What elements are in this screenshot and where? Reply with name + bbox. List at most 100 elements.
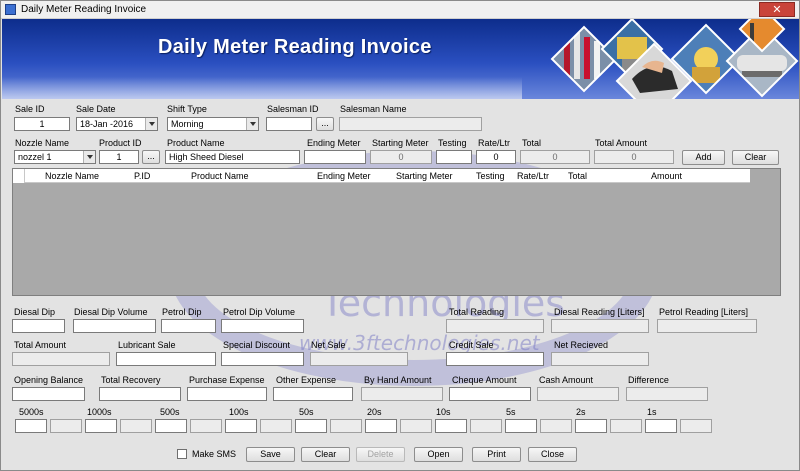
opening-balance-field[interactable] <box>12 387 85 401</box>
other-expense-label: Other Expense <box>276 375 337 385</box>
nozzle-name-value: nozzel 1 <box>18 152 52 162</box>
denom-100-label: 100s <box>229 407 249 417</box>
denom-100-amount[interactable] <box>260 419 292 433</box>
col-testing[interactable]: Testing <box>476 171 505 181</box>
special-discount-field[interactable] <box>221 352 304 366</box>
cash-amount-field[interactable] <box>537 387 619 401</box>
print-button[interactable]: Print <box>472 447 521 462</box>
purchase-expense-field[interactable] <box>187 387 267 401</box>
col-nozzle-name[interactable]: Nozzle Name <box>45 171 99 181</box>
denom-50-amount[interactable] <box>330 419 362 433</box>
make-sms-checkbox[interactable] <box>177 449 187 459</box>
rate-field[interactable]: 0 <box>476 150 516 164</box>
col-ending-meter[interactable]: Ending Meter <box>317 171 371 181</box>
diesal-dip-volume-field[interactable] <box>73 319 156 333</box>
denom-1-qty[interactable] <box>645 419 677 433</box>
denom-5000-qty[interactable] <box>15 419 47 433</box>
col-rate[interactable]: Rate/Ltr <box>517 171 549 181</box>
grid-header: Nozzle Name P.ID Product Name Ending Met… <box>13 169 750 183</box>
denom-5000-amount[interactable] <box>50 419 82 433</box>
total-recovery-field[interactable] <box>99 387 181 401</box>
purchase-expense-label: Purchase Expense <box>189 375 265 385</box>
sale-id-field[interactable]: 1 <box>14 117 70 131</box>
denom-5000-label: 5000s <box>19 407 44 417</box>
product-browse-button[interactable]: ... <box>142 150 160 164</box>
col-pid[interactable]: P.ID <box>134 171 150 181</box>
denom-5-label: 5s <box>506 407 516 417</box>
salesman-id-field[interactable] <box>266 117 312 131</box>
denom-500-qty[interactable] <box>155 419 187 433</box>
credit-sale-field[interactable] <box>446 352 544 366</box>
denom-1000-qty[interactable] <box>85 419 117 433</box>
denom-1000-amount[interactable] <box>120 419 152 433</box>
window-title: Daily Meter Reading Invoice <box>21 4 147 15</box>
chevron-down-icon <box>246 118 258 130</box>
denom-2-qty[interactable] <box>575 419 607 433</box>
total-amount-summary-field[interactable] <box>12 352 110 366</box>
diesal-reading-field[interactable] <box>551 319 649 333</box>
sale-date-picker[interactable]: 18-Jan -2016 <box>76 117 158 131</box>
close-button[interactable]: Close <box>528 447 577 462</box>
denom-10-qty[interactable] <box>435 419 467 433</box>
petrol-dip-field[interactable] <box>161 319 216 333</box>
net-recieved-field[interactable] <box>551 352 649 366</box>
title-bar: Daily Meter Reading Invoice ✕ <box>1 1 799 19</box>
add-button[interactable]: Add <box>682 150 725 165</box>
petrol-dip-label: Petrol Dip <box>162 307 202 317</box>
total-field[interactable]: 0 <box>520 150 590 164</box>
col-total[interactable]: Total <box>568 171 587 181</box>
salesman-browse-button[interactable]: ... <box>316 117 334 131</box>
nozzle-name-select[interactable]: nozzel 1 <box>14 150 96 164</box>
by-hand-amount-field[interactable] <box>361 387 443 401</box>
denom-1-label: 1s <box>647 407 657 417</box>
ending-meter-field[interactable] <box>304 150 366 164</box>
denom-5-amount[interactable] <box>540 419 572 433</box>
denom-10-amount[interactable] <box>470 419 502 433</box>
diesal-dip-field[interactable] <box>12 319 65 333</box>
denom-50-qty[interactable] <box>295 419 327 433</box>
shift-type-value: Morning <box>171 119 204 129</box>
total-reading-field[interactable] <box>446 319 544 333</box>
col-starting-meter[interactable]: Starting Meter <box>396 171 453 181</box>
calendar-dropdown-icon[interactable] <box>145 118 157 130</box>
other-expense-field[interactable] <box>273 387 353 401</box>
total-amount-field[interactable]: 0 <box>594 150 674 164</box>
diesal-reading-label: Diesal Reading [Liters] <box>554 307 645 317</box>
col-product-name[interactable]: Product Name <box>191 171 249 181</box>
net-sale-field[interactable] <box>310 352 408 366</box>
shift-type-select[interactable]: Morning <box>167 117 259 131</box>
window-close-button[interactable]: ✕ <box>759 2 795 17</box>
denom-2-amount[interactable] <box>610 419 642 433</box>
denom-20-amount[interactable] <box>400 419 432 433</box>
cheque-amount-label: Cheque Amount <box>452 375 517 385</box>
product-name-field[interactable]: High Sheed Diesel <box>165 150 300 164</box>
salesman-name-label: Salesman Name <box>340 104 407 114</box>
cheque-amount-field[interactable] <box>449 387 531 401</box>
petrol-dip-volume-label: Petrol Dip Volume <box>223 307 296 317</box>
salesman-id-label: Salesman ID <box>267 104 319 114</box>
save-button[interactable]: Save <box>246 447 295 462</box>
petrol-dip-volume-field[interactable] <box>221 319 304 333</box>
denom-100-qty[interactable] <box>225 419 257 433</box>
salesman-name-field[interactable] <box>339 117 482 131</box>
clear-button[interactable]: Clear <box>301 447 350 462</box>
clear-entry-button[interactable]: Clear <box>732 150 779 165</box>
petrol-reading-field[interactable] <box>657 319 757 333</box>
denom-20-qty[interactable] <box>365 419 397 433</box>
diesal-dip-volume-label: Diesal Dip Volume <box>74 307 148 317</box>
col-amount[interactable]: Amount <box>651 171 682 181</box>
delete-button[interactable]: Delete <box>356 447 405 462</box>
denom-500-amount[interactable] <box>190 419 222 433</box>
banner: Daily Meter Reading Invoice <box>2 19 799 99</box>
shift-type-label: Shift Type <box>167 104 207 114</box>
lubricant-sale-field[interactable] <box>116 352 216 366</box>
testing-field[interactable] <box>436 150 472 164</box>
product-id-field[interactable]: 1 <box>99 150 139 164</box>
denom-1-amount[interactable] <box>680 419 712 433</box>
open-button[interactable]: Open <box>414 447 463 462</box>
reading-grid[interactable]: Nozzle Name P.ID Product Name Ending Met… <box>12 168 781 296</box>
denom-5-qty[interactable] <box>505 419 537 433</box>
starting-meter-field[interactable]: 0 <box>370 150 432 164</box>
total-label: Total <box>522 138 542 148</box>
difference-field[interactable] <box>626 387 708 401</box>
